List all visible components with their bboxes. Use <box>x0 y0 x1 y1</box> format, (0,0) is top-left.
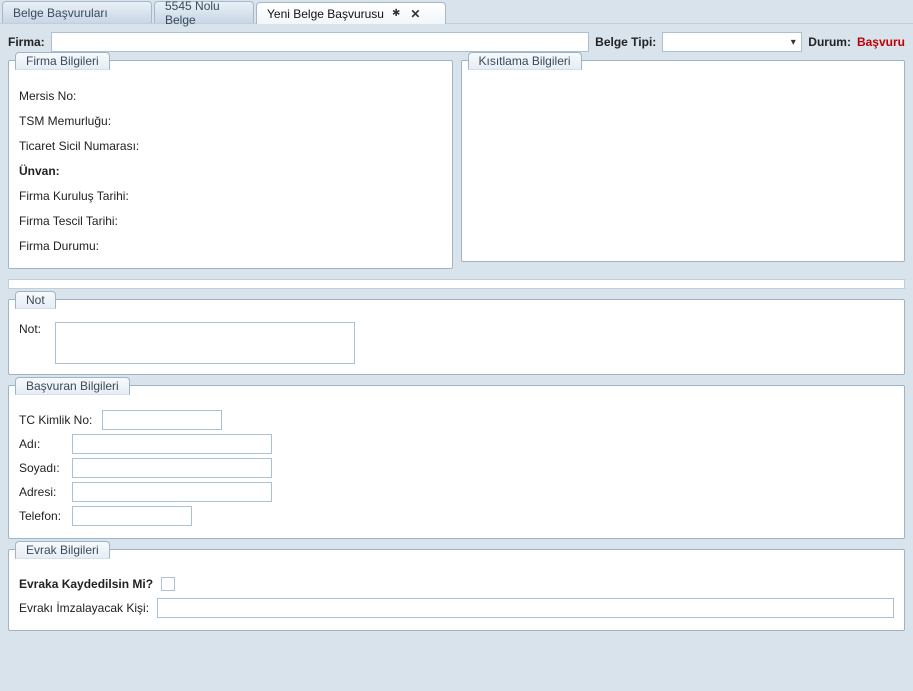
tab-label: Yeni Belge Başvurusu <box>267 7 384 21</box>
header-row: Firma: Belge Tipi: ▾ Durum: Başvuru <box>8 32 905 52</box>
legend-not: Not <box>15 291 56 309</box>
fieldset-evrak-bilgileri: Evrak Bilgileri Evraka Kaydedilsin Mi? E… <box>8 549 905 631</box>
tc-kimlik-label: TC Kimlik No: <box>19 413 94 427</box>
unvan-label: Ünvan: <box>19 164 60 178</box>
belge-tipi-label: Belge Tipi: <box>595 35 656 49</box>
mersis-label: Mersis No: <box>19 89 76 103</box>
evraki-imzalayacak-label: Evrakı İmzalayacak Kişi: <box>19 601 149 615</box>
belge-tipi-combo[interactable]: ▾ <box>662 32 802 52</box>
firma-input[interactable] <box>51 32 589 52</box>
evraka-kaydedilsin-checkbox[interactable] <box>161 577 175 591</box>
tab-belge-basvurulari[interactable]: Belge Başvuruları <box>2 1 152 23</box>
close-icon[interactable]: ✕ <box>410 7 420 21</box>
durum-label: Durum: <box>808 35 851 49</box>
adi-label: Adı: <box>19 437 64 451</box>
not-textarea[interactable] <box>55 322 355 364</box>
firma-label: Firma: <box>8 35 45 49</box>
legend-basvuran-bilgileri: Başvuran Bilgileri <box>15 377 130 395</box>
tsm-label: TSM Memurluğu: <box>19 114 111 128</box>
tab-strip: Belge Başvuruları 5545 Nolu Belge Yeni B… <box>0 0 913 24</box>
tab-label: Belge Başvuruları <box>13 6 108 20</box>
adresi-input[interactable] <box>72 482 272 502</box>
fieldset-firma-bilgileri: Firma Bilgileri Mersis No: TSM Memurluğu… <box>8 60 453 269</box>
durum-value: Başvuru <box>857 35 905 49</box>
tab-label: 5545 Nolu Belge <box>165 0 243 27</box>
tc-kimlik-input[interactable] <box>102 410 222 430</box>
fieldset-kisitlama-bilgileri: Kısıtlama Bilgileri <box>461 60 906 262</box>
ticaret-sicil-label: Ticaret Sicil Numarası: <box>19 139 139 153</box>
adi-input[interactable] <box>72 434 272 454</box>
not-label: Not: <box>19 322 47 364</box>
tab-5545-nolu-belge[interactable]: 5545 Nolu Belge <box>154 1 254 23</box>
fieldset-not: Not Not: <box>8 299 905 375</box>
telefon-input[interactable] <box>72 506 192 526</box>
legend-evrak-bilgileri: Evrak Bilgileri <box>15 541 110 559</box>
evraki-imzalayacak-input[interactable] <box>157 598 894 618</box>
soyadi-input[interactable] <box>72 458 272 478</box>
chevron-down-icon: ▾ <box>785 37 801 48</box>
tab-yeni-belge-basvurusu[interactable]: Yeni Belge Başvurusu ✱ ✕ <box>256 2 446 24</box>
legend-firma-bilgileri: Firma Bilgileri <box>15 52 110 70</box>
separator-strip <box>8 279 905 289</box>
firma-durum-label: Firma Durumu: <box>19 239 99 253</box>
tescil-label: Firma Tescil Tarihi: <box>19 214 118 228</box>
telefon-label: Telefon: <box>19 509 64 523</box>
dirty-star-icon: ✱ <box>392 8 400 19</box>
fieldset-basvuran-bilgileri: Başvuran Bilgileri TC Kimlik No: Adı: So… <box>8 385 905 539</box>
legend-kisitlama-bilgileri: Kısıtlama Bilgileri <box>468 52 582 70</box>
kurulus-label: Firma Kuruluş Tarihi: <box>19 189 129 203</box>
evraka-kaydedilsin-label: Evraka Kaydedilsin Mi? <box>19 577 153 591</box>
soyadi-label: Soyadı: <box>19 461 64 475</box>
adresi-label: Adresi: <box>19 485 64 499</box>
